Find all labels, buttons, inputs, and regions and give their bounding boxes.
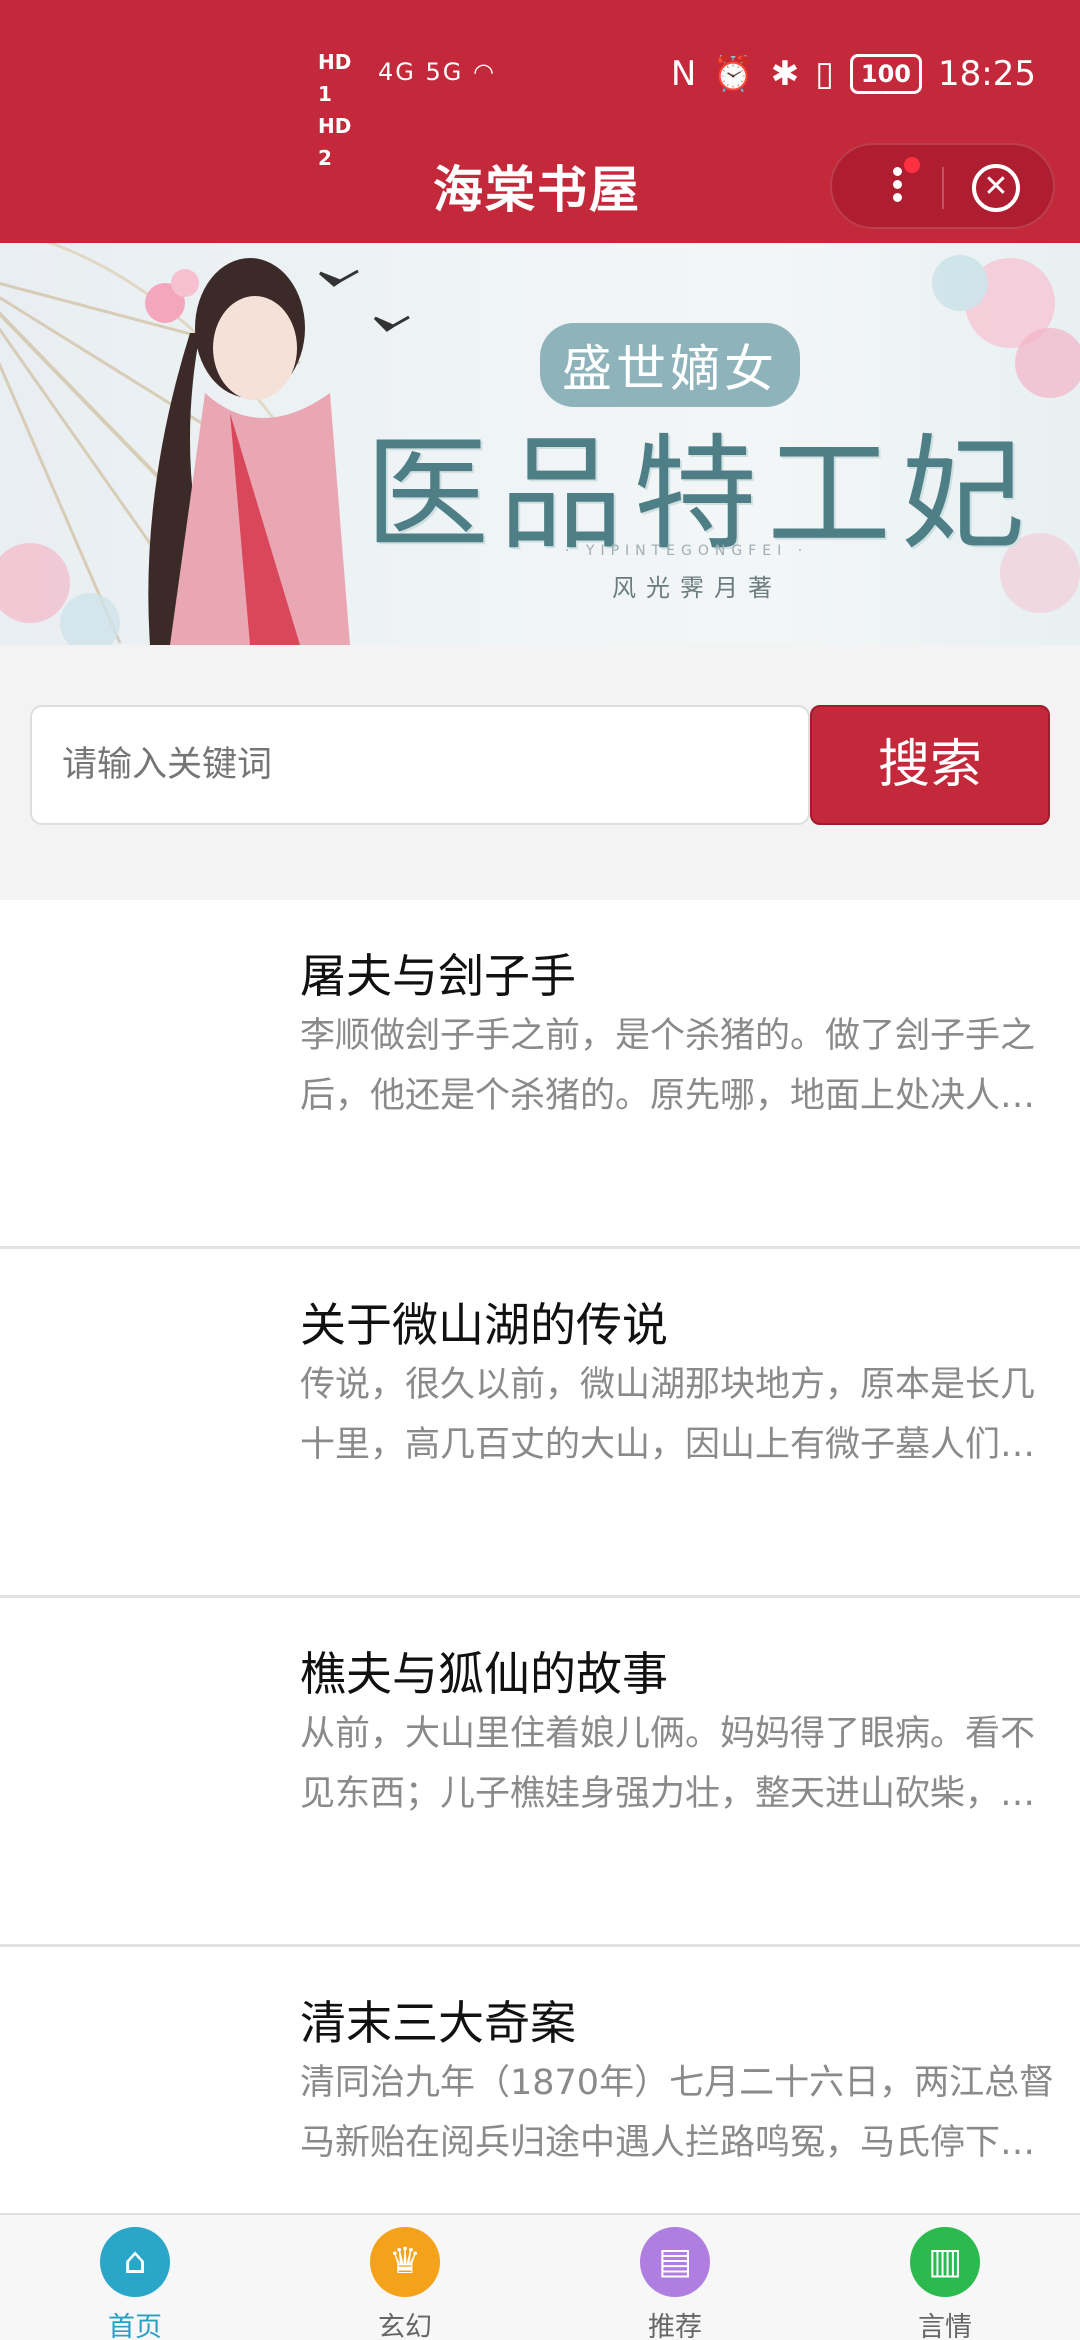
book-icon: ▥ — [910, 2227, 980, 2297]
clock: 18:25 — [938, 54, 1036, 94]
search-button[interactable]: 搜索 — [810, 705, 1050, 825]
list-item[interactable]: 关于微山湖的传说 传说，很久以前，微山湖那块地方，原本是长几十里，高几百丈的大山… — [0, 1249, 1080, 1598]
alarm-icon: ⏰ — [712, 54, 755, 94]
tab-romance[interactable]: ▥ 言情 — [845, 2221, 1045, 2340]
wifi-icon: ◠ — [473, 58, 496, 86]
more-menu-button[interactable] — [887, 163, 907, 213]
story-title[interactable]: 清末三大奇案 — [300, 1987, 576, 2053]
tab-label: 首页 — [108, 2312, 162, 2340]
app-header: HD 1 HD 2 4G 5G ◠ N ⏰ ✱ ▯ 100 18:25 海棠书屋… — [0, 0, 1080, 243]
list-item[interactable]: 樵夫与狐仙的故事 从前，大山里住着娘儿俩。妈妈得了眼病。看不见东西；儿子樵娃身强… — [0, 1598, 1080, 1947]
tab-recommend[interactable]: ▤ 推荐 — [575, 2221, 775, 2340]
banner-author: 风光霁月著 — [612, 574, 782, 602]
story-summary: 从前，大山里住着娘儿俩。妈妈得了眼病。看不见东西；儿子樵娃身强力壮，整天进山砍柴… — [300, 1714, 1036, 1814]
capsule-divider — [942, 167, 944, 209]
search-bar: 搜索 — [0, 645, 1080, 900]
tab-label: 言情 — [918, 2312, 972, 2340]
story-summary: 传说，很久以前，微山湖那块地方，原本是长几十里，高几百丈的大山，因山上有微子墓人… — [300, 1365, 1036, 1465]
story-title[interactable]: 樵夫与狐仙的故事 — [300, 1638, 668, 1704]
notification-dot — [904, 157, 920, 173]
tab-home[interactable]: ⌂ 首页 — [35, 2221, 235, 2340]
banner-pinyin: · YIPINTEGONGFEI · — [565, 543, 809, 559]
search-input[interactable] — [30, 705, 810, 825]
story-summary: 李顺做刽子手之前，是个杀猪的。做了刽子手之后，他还是个杀猪的。原先哪，地面上处决… — [300, 1016, 1036, 1116]
nfc-icon: N — [670, 54, 697, 94]
story-list: 屠夫与刽子手 李顺做刽子手之前，是个杀猪的。做了刽子手之后，他还是个杀猪的。原先… — [0, 900, 1080, 2213]
battery-icon: 100 — [849, 54, 923, 94]
story-title[interactable]: 屠夫与刽子手 — [300, 940, 576, 1006]
vibrate-icon: ▯ — [815, 54, 834, 94]
list-item[interactable]: 清末三大奇案 清同治九年（1870年）七月二十六日，两江总督马新贻在阅兵归途中遇… — [0, 1947, 1080, 2213]
story-title[interactable]: 关于微山湖的传说 — [300, 1289, 668, 1355]
tab-fantasy[interactable]: ♛ 玄幻 — [305, 2221, 505, 2340]
trophy-icon: ♛ — [370, 2227, 440, 2297]
list-item[interactable]: 屠夫与刽子手 李顺做刽子手之前，是个杀猪的。做了刽子手之后，他还是个杀猪的。原先… — [0, 900, 1080, 1249]
status-right: N ⏰ ✱ ▯ 100 18:25 — [671, 54, 1036, 94]
bluetooth-icon: ✱ — [770, 54, 800, 94]
tab-label: 推荐 — [648, 2312, 702, 2340]
banner-carousel[interactable]: 盛世嫡女 医品特工妃 · YIPINTEGONGFEI · 风光霁月著 — [0, 243, 1080, 645]
bottom-tab-bar: ⌂ 首页 ♛ 玄幻 ▤ 推荐 ▥ 言情 — [0, 2213, 1080, 2340]
mini-program-capsule: ✕ — [830, 143, 1055, 229]
tab-label: 玄幻 — [378, 2312, 432, 2340]
status-bar: HD 1 HD 2 4G 5G ◠ N ⏰ ✱ ▯ 100 18:25 — [0, 40, 1080, 170]
network-label: 4G 5G — [378, 58, 464, 86]
signal-icon: 4G 5G ◠ — [378, 58, 496, 86]
story-summary: 清同治九年（1870年）七月二十六日，两江总督马新贻在阅兵归途中遇人拦路鸣冤，马… — [300, 2063, 1055, 2163]
shop-icon: ▤ — [640, 2227, 710, 2297]
close-icon[interactable]: ✕ — [972, 164, 1020, 212]
home-icon: ⌂ — [100, 2227, 170, 2297]
